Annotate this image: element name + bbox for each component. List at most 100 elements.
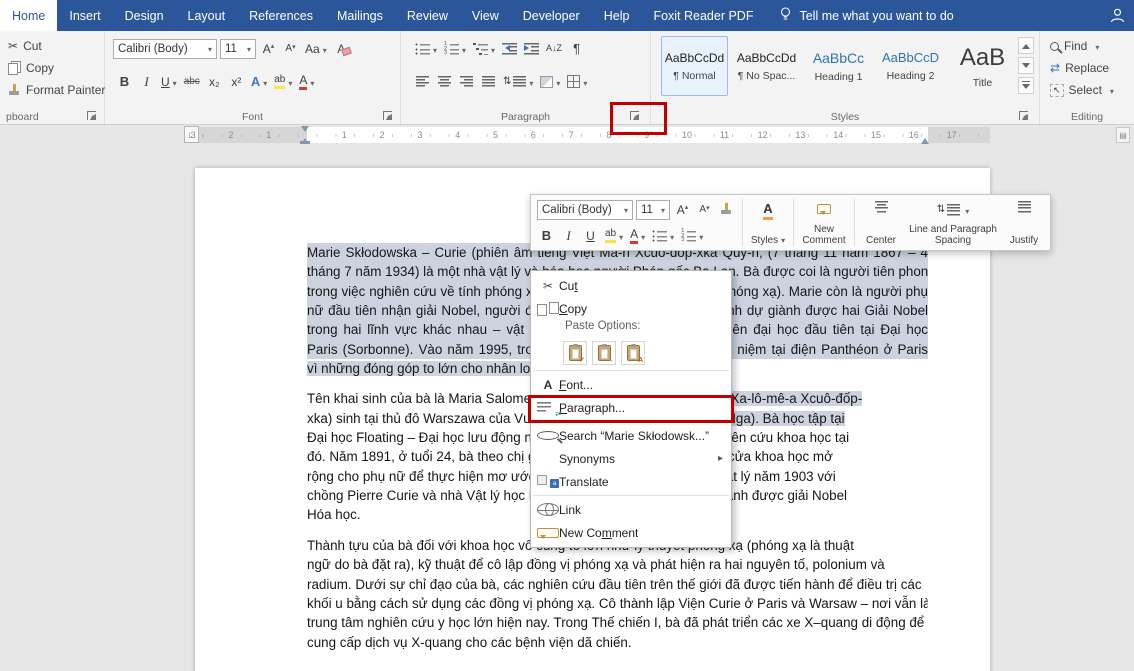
menu-item-label: Search “Marie Skłodowsk...” (559, 429, 709, 443)
styles-scroll-down-button[interactable] (1018, 57, 1034, 74)
center-label: Center (866, 235, 896, 246)
mini-styles-button[interactable]: A Styles (745, 195, 791, 250)
decrease-indent-button[interactable] (500, 38, 519, 59)
menu-item-copy[interactable]: Copy (531, 297, 731, 320)
styles-scroll-up-button[interactable] (1018, 37, 1034, 54)
tab-home[interactable]: Home (0, 0, 57, 31)
cut-button[interactable]: ✂ Cut (4, 37, 46, 55)
mini-highlight-button[interactable]: ab (603, 225, 625, 246)
tab-foxit-reader-pdf[interactable]: Foxit Reader PDF (641, 0, 765, 31)
numbering-button[interactable] (442, 38, 468, 59)
align-left-button[interactable] (413, 71, 432, 92)
mini-line-spacing-button[interactable]: ⇅ Line and Paragraph Spacing (905, 195, 1001, 250)
text-effects-button[interactable]: A (249, 71, 269, 92)
mini-grow-font-button[interactable]: A (673, 199, 692, 220)
menu-item-new-comment[interactable]: New Comment (531, 521, 731, 544)
clipboard-dialog-launcher[interactable] (87, 111, 96, 120)
mini-format-painter-button[interactable] (717, 199, 736, 220)
paragraph[interactable]: Thành tựu của bà đối với khoa học vô cùn… (307, 536, 928, 652)
bold-button[interactable]: B (115, 71, 134, 92)
font-size-select[interactable]: 11 (220, 39, 256, 59)
menu-item-synonyms[interactable]: Synonyms▸ (531, 447, 731, 470)
multilevel-list-button[interactable] (471, 38, 497, 59)
chevron-down-icon (459, 40, 466, 58)
superscript-button[interactable]: x² (227, 71, 246, 92)
style-title[interactable]: AaBTitle (949, 36, 1016, 96)
keep-source-formatting-button[interactable]: ✓ (563, 341, 587, 365)
ruler-options-icon[interactable]: ▤ (1116, 127, 1130, 143)
align-right-button[interactable] (457, 71, 476, 92)
mini-italic-button[interactable]: I (559, 225, 578, 246)
find-button[interactable]: Find (1046, 37, 1103, 55)
show-paragraph-marks-button[interactable]: ¶ (567, 38, 586, 59)
menu-item-cut[interactable]: ✂Cut (531, 274, 731, 297)
mini-font-name-select[interactable]: Calibri (Body) (537, 200, 633, 220)
menu-item-font[interactable]: AFont... (531, 373, 731, 396)
copy-button[interactable]: Copy (4, 59, 58, 77)
clear-formatting-button[interactable]: A (332, 38, 351, 59)
mini-bold-button[interactable]: B (537, 225, 556, 246)
text-highlight-button[interactable]: ab (272, 71, 294, 92)
mini-font-color-button[interactable]: A (628, 225, 647, 246)
select-button[interactable]: ↖ Select (1046, 81, 1118, 99)
style-heading-2[interactable]: AaBbCcDHeading 2 (877, 36, 944, 96)
ruler[interactable]: ∟ ▤ 3211234567891011121314151617 (0, 125, 1134, 145)
grow-font-button[interactable]: A (259, 38, 278, 59)
left-indent-marker[interactable] (300, 141, 310, 144)
divider (854, 199, 855, 246)
mini-underline-button[interactable]: U (581, 225, 600, 246)
underline-button[interactable]: U (159, 71, 179, 92)
strikethrough-button[interactable]: abc (182, 71, 202, 92)
borders-button[interactable] (565, 71, 589, 92)
tab-design[interactable]: Design (113, 0, 176, 31)
mini-new-comment-button[interactable]: New Comment (796, 195, 852, 250)
format-painter-button[interactable]: Format Painter (4, 81, 109, 99)
tab-insert[interactable]: Insert (57, 0, 112, 31)
line-spacing-button[interactable]: ⇅ (501, 71, 535, 92)
tab-references[interactable]: References (237, 0, 325, 31)
account-icon[interactable] (1109, 7, 1126, 27)
menu-item-link[interactable]: Link (531, 498, 731, 521)
styles-more-button[interactable] (1018, 77, 1034, 94)
font-name-select[interactable]: Calibri (Body) (113, 39, 217, 59)
sort-button[interactable]: A↓Z (544, 38, 564, 59)
keep-text-only-button[interactable]: A (621, 341, 645, 365)
tab-layout[interactable]: Layout (176, 0, 238, 31)
bold-icon: B (542, 229, 551, 242)
menu-item-search-marie-sk-odowsk[interactable]: Search “Marie Skłodowsk...” (531, 424, 731, 447)
tell-me-box[interactable]: Tell me what you want to do (779, 0, 953, 31)
style-normal[interactable]: AaBbCcDd¶ Normal (661, 36, 728, 96)
right-indent-marker[interactable] (921, 134, 929, 144)
justify-button[interactable] (479, 71, 498, 92)
styles-dialog-launcher[interactable] (1019, 111, 1028, 120)
text-line: ngữ do bà đặt ra), kỹ thuật để cô lập đồ… (307, 555, 928, 574)
mini-bullets-button[interactable] (650, 225, 676, 246)
mini-shrink-font-button[interactable]: A (695, 199, 714, 220)
shrink-font-button[interactable]: A (281, 38, 300, 59)
tab-developer[interactable]: Developer (511, 0, 592, 31)
subscript-button[interactable]: x₂ (205, 71, 224, 92)
tab-view[interactable]: View (460, 0, 511, 31)
justify-icon (482, 76, 495, 88)
align-center-button[interactable] (435, 71, 454, 92)
italic-button[interactable]: I (137, 71, 156, 92)
tab-help[interactable]: Help (592, 0, 642, 31)
change-case-button[interactable]: Aa (303, 38, 329, 59)
mini-numbering-button[interactable] (679, 225, 705, 246)
mini-font-size-select[interactable]: 11 (636, 200, 670, 220)
font-dialog-launcher[interactable] (383, 111, 392, 120)
increase-indent-button[interactable] (522, 38, 541, 59)
style-heading-1[interactable]: AaBbCcHeading 1 (805, 36, 872, 96)
shading-button[interactable] (538, 71, 562, 92)
mini-justify-button[interactable]: Justify (1001, 195, 1047, 250)
tab-mailings[interactable]: Mailings (325, 0, 395, 31)
style-no-spac[interactable]: AaBbCcDd¶ No Spac... (733, 36, 800, 96)
menu-item-translate[interactable]: Translate (531, 470, 731, 493)
tab-review[interactable]: Review (395, 0, 460, 31)
triangle-up-icon (1022, 40, 1030, 49)
mini-center-button[interactable]: Center (857, 195, 905, 250)
replace-button[interactable]: ⇄ Replace (1046, 59, 1113, 77)
bullets-button[interactable] (413, 38, 439, 59)
merge-formatting-button[interactable]: → (592, 341, 616, 365)
font-color-button[interactable]: A (297, 71, 316, 92)
